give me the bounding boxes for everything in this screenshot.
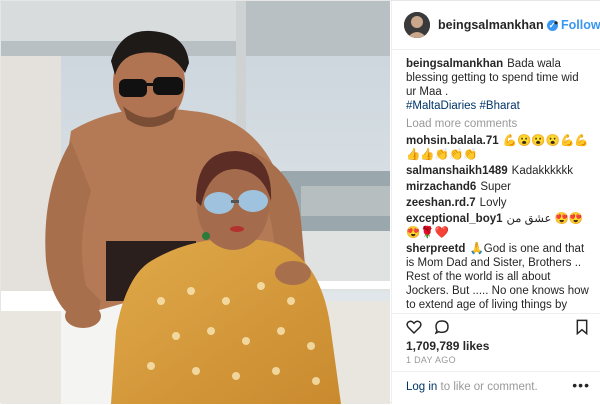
instagram-post: beingsalmankhan ✓ • Follow beingsalmankha… (0, 0, 600, 404)
login-prompt-text: to like or comment. (440, 381, 538, 393)
comment-item: exceptional_boy1 عشق من 😍😍😍🌹❤️ (406, 212, 592, 240)
header-username[interactable]: beingsalmankhan (438, 18, 544, 32)
follow-button[interactable]: Follow (561, 18, 600, 32)
comment-text: Lovly (479, 197, 507, 209)
caption: beingsalmankhan Bada wala blessing gettin… (406, 57, 592, 113)
comment-icon[interactable] (434, 319, 450, 335)
comment-text: Super (480, 181, 511, 193)
comment-text: Kadakkkkkk (511, 165, 574, 177)
post-timestamp[interactable]: 1 DAY AGO (406, 355, 456, 365)
comments-list[interactable]: beingsalmankhan Bada wala blessing gettin… (406, 57, 592, 319)
bookmark-icon[interactable] (574, 319, 590, 336)
login-footer: Log in to like or comment. ••• (392, 371, 600, 405)
comment-username[interactable]: mirzachand6 (406, 181, 476, 193)
more-options-icon[interactable]: ••• (572, 377, 590, 393)
comment-username[interactable]: salmanshaikh1489 (406, 165, 508, 177)
comment-username[interactable]: mohsin.balala.71 (406, 135, 499, 147)
separator-dot: • (554, 16, 559, 30)
post-side-panel: beingsalmankhan ✓ • Follow beingsalmankha… (391, 1, 600, 404)
profile-avatar[interactable] (404, 12, 430, 38)
comment-item: sherpreetd 🙏God is one and that is Mom Da… (406, 242, 592, 319)
caption-username[interactable]: beingsalmankhan (406, 58, 503, 70)
comment-item: mirzachand6 Super (406, 180, 592, 194)
hashtag-link[interactable]: #MaltaDiaries (406, 100, 476, 112)
comment-item: salmanshaikh1489 Kadakkkkkk (406, 164, 592, 178)
comment-username[interactable]: zeeshan.rd.7 (406, 197, 476, 209)
header-username-row: beingsalmankhan ✓ (438, 18, 558, 32)
hashtag-link[interactable]: #Bharat (480, 100, 520, 112)
login-prompt: Log in to like or comment. (406, 381, 538, 393)
comment-username[interactable]: exceptional_boy1 (406, 213, 503, 225)
likes-count[interactable]: 1,709,789 likes (406, 339, 489, 353)
comment-username[interactable]: sherpreetd (406, 243, 465, 255)
comment-item: zeeshan.rd.7 Lovly (406, 196, 592, 210)
photo-illustration (1, 1, 390, 404)
post-photo[interactable] (1, 1, 390, 404)
post-header: beingsalmankhan ✓ • Follow (392, 1, 600, 50)
login-link[interactable]: Log in (406, 381, 437, 393)
post-actions-bar (392, 313, 600, 340)
heart-icon[interactable] (406, 319, 422, 335)
comment-item: mohsin.balala.71 💪😮😮😮💪💪👍👍👏👏👏 (406, 134, 592, 162)
load-more-comments-button[interactable]: Load more comments (406, 117, 592, 131)
avatar-image (404, 12, 430, 38)
